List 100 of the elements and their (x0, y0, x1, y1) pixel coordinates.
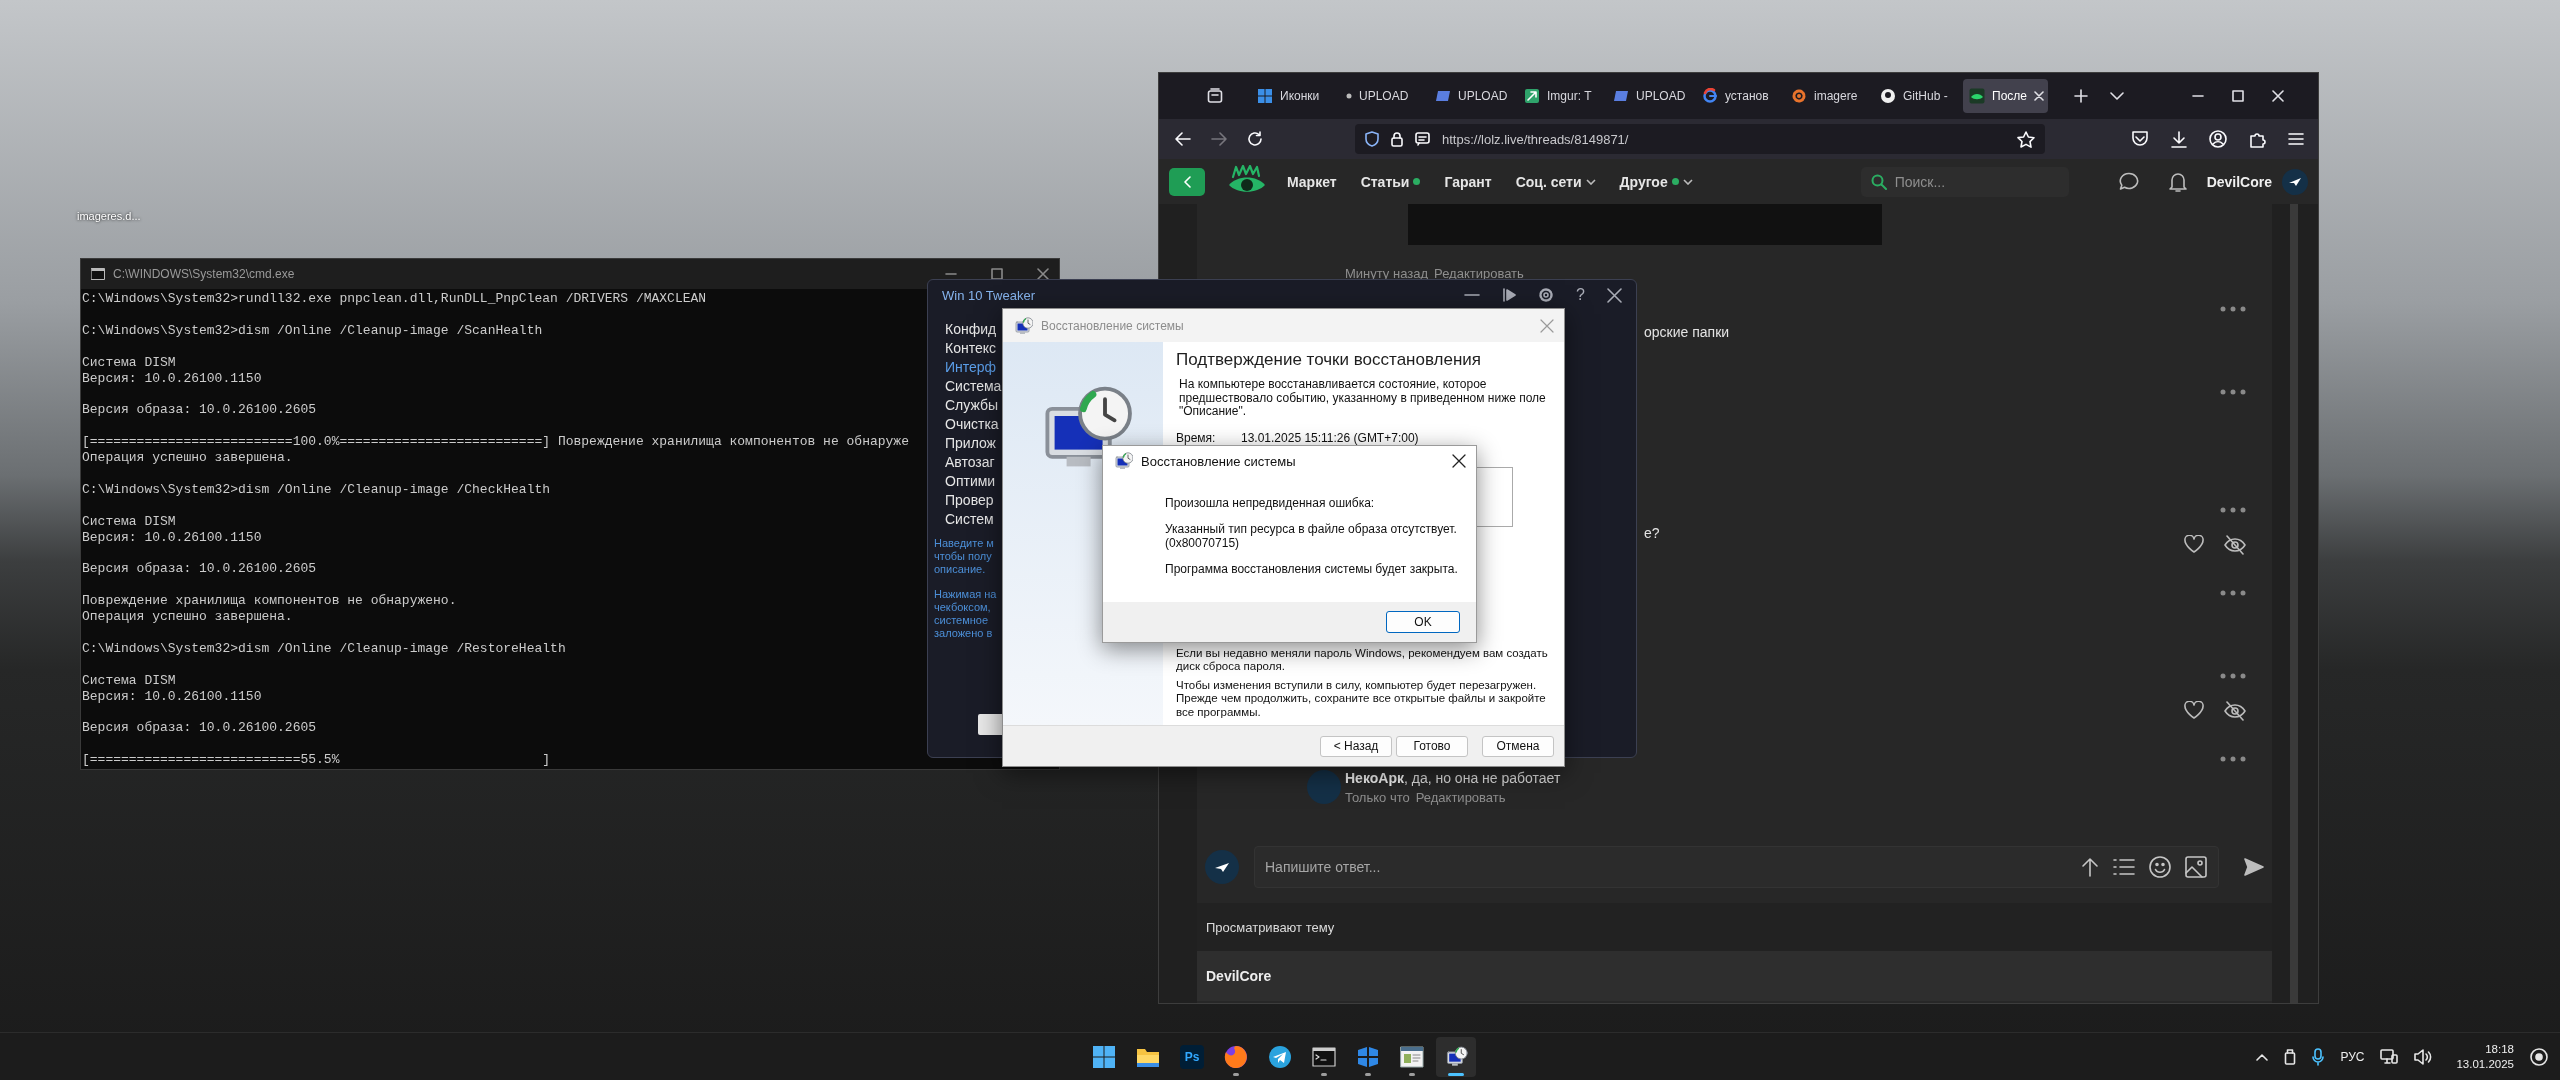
smiley-icon[interactable] (2149, 856, 2171, 878)
sidebar-item[interactable]: Прилож (945, 434, 996, 453)
sidebar-item[interactable]: Система (945, 377, 1002, 396)
account-icon[interactable] (2209, 130, 2227, 148)
volume-icon[interactable] (2414, 1049, 2433, 1065)
back-button[interactable] (1169, 167, 1205, 196)
notification-icon[interactable] (2530, 1048, 2548, 1066)
message-text: орские папки (1644, 324, 1730, 340)
avatar-icon[interactable] (2282, 168, 2308, 195)
sidebar-item[interactable]: Службы (945, 396, 999, 415)
chevron-down-icon[interactable] (1682, 178, 1693, 185)
browser-tab[interactable]: установ (1696, 79, 1781, 113)
wizard-button[interactable]: < Назад (1320, 735, 1392, 757)
avatar-icon[interactable] (1205, 850, 1239, 884)
sidebar-item[interactable]: Контекс (945, 339, 996, 358)
menu-icon[interactable] (2288, 133, 2304, 145)
hint-text: Нажимая на (934, 588, 997, 601)
browser-tab[interactable]: UPLOAD (1340, 79, 1425, 113)
hint-text: чтобы полу (934, 550, 992, 563)
close-icon[interactable] (1452, 454, 1466, 468)
image-icon[interactable] (2185, 856, 2207, 878)
star-icon[interactable] (2017, 130, 2035, 148)
browser-tab[interactable]: GitHub - (1874, 79, 1959, 113)
settings-icon[interactable] (1538, 287, 1555, 303)
browser-tab[interactable]: UPLOAD (1429, 79, 1514, 113)
field-value: 13.01.2025 15:11:26 (GMT+7:00) (1241, 430, 1419, 445)
username-link[interactable]: DevilCore (2206, 173, 2272, 190)
address-bar[interactable]: https://lolz.live/threads/8149871/ (1355, 124, 2045, 154)
nav-link[interactable]: Соц. сети (1515, 173, 1582, 190)
more-icon[interactable] (2220, 590, 2247, 596)
sidebar-item[interactable]: Оптими (945, 472, 996, 491)
reload-icon[interactable] (1247, 131, 1263, 147)
chevron-up-icon[interactable] (2256, 1053, 2269, 1061)
browser-tab[interactable]: UPLOAD (1607, 79, 1692, 113)
chevron-down-icon[interactable] (2110, 92, 2124, 100)
list-icon[interactable] (2113, 858, 2135, 876)
sidebar-item[interactable]: Автозаг (945, 453, 995, 472)
image-icon (1524, 88, 1540, 104)
clock[interactable]: 18:18 13.01.2025 (2456, 1042, 2514, 1072)
send-icon[interactable] (2244, 858, 2264, 876)
close-icon[interactable] (1607, 287, 1622, 303)
sidebar-item[interactable]: Интерф (945, 358, 997, 377)
play-bar-icon[interactable] (1502, 288, 1517, 302)
tab-list-icon[interactable] (1207, 88, 1223, 104)
browser-tab[interactable]: imagere (1785, 79, 1870, 113)
console-line: Операция успешно завершена. (82, 609, 293, 625)
post-meta-link[interactable]: Только что (1345, 790, 1410, 806)
console-line: Версия образа: 10.0.26100.2605 (82, 720, 317, 737)
nav-link[interactable]: Статьи (1360, 173, 1410, 190)
sidebar-item[interactable]: Провер (945, 491, 994, 510)
sidebar-item[interactable]: Систем (945, 510, 994, 529)
pocket-icon[interactable] (2131, 131, 2149, 147)
taskbar-app[interactable]: Ps (1172, 1037, 1212, 1077)
more-icon[interactable] (2220, 756, 2247, 762)
back-arrow-icon[interactable] (1175, 132, 1191, 146)
puzzle-icon[interactable] (2249, 130, 2266, 148)
more-icon[interactable] (2220, 306, 2247, 312)
eye-off-icon[interactable] (2224, 535, 2247, 555)
chevron-down-icon[interactable] (1585, 178, 1596, 185)
forward-arrow-icon[interactable] (1211, 132, 1227, 146)
post-meta-link[interactable]: Редактировать (1434, 266, 1524, 282)
nav-link[interactable]: Гарант (1444, 173, 1492, 190)
eye-logo-icon (1969, 88, 1985, 104)
scrollbar[interactable] (2290, 204, 2298, 1003)
field-label: Время: (1176, 430, 1217, 445)
nav-link[interactable]: Другое (1619, 173, 1668, 190)
sidebar-item[interactable]: Конфид (945, 320, 997, 339)
search-field[interactable]: Поиск... (1860, 166, 2069, 197)
heart-icon[interactable] (2184, 701, 2205, 719)
lock-icon (1391, 131, 1403, 147)
browser-tab[interactable]: Иконки (1251, 79, 1336, 113)
nav-link[interactable]: Маркет (1287, 173, 1337, 190)
more-icon[interactable] (2220, 507, 2247, 513)
console-line: C:\Windows\System32>rundll32.exe pnpclean.dll,RunDLL_PnpClean /DRIVERS /MAXCLEAN (82, 291, 707, 307)
microphone-icon[interactable] (2312, 1048, 2325, 1066)
message-text: е? (1644, 525, 1660, 541)
browser-tab[interactable]: После (1963, 79, 2048, 113)
download-icon[interactable] (2171, 130, 2187, 148)
more-icon[interactable] (2220, 673, 2247, 679)
reply-field[interactable]: Напишите ответ... (1254, 846, 2219, 888)
arrow-up-icon[interactable] (2081, 857, 2099, 877)
wizard-button[interactable]: Отмена (1482, 735, 1554, 757)
more-icon[interactable] (2220, 389, 2247, 395)
ok-button[interactable]: OK (1386, 611, 1460, 633)
network-icon[interactable] (2380, 1049, 2399, 1065)
bell-icon[interactable] (2168, 171, 2187, 192)
eye-off-icon[interactable] (2224, 701, 2247, 721)
taskbar-app[interactable] (1436, 1037, 1476, 1077)
heart-icon[interactable] (2184, 535, 2205, 553)
browser-tab[interactable]: Imgur: T (1518, 79, 1603, 113)
usb-drive-icon[interactable] (2284, 1049, 2297, 1065)
wizard-button[interactable]: Готово (1396, 735, 1468, 757)
help-button[interactable]: ? (1576, 287, 1585, 303)
language-indicator[interactable]: РУС (2340, 1050, 2365, 1064)
sidebar-item[interactable]: Очистка (945, 415, 999, 434)
plus-icon[interactable] (2074, 89, 2088, 103)
chat-bubble-icon[interactable] (2118, 171, 2139, 191)
post-meta-link[interactable]: Редактировать (1415, 790, 1506, 806)
message-text: НекоАрк, да, но она не работает (1345, 770, 1561, 786)
username-link[interactable]: DevilCore (1206, 968, 1272, 984)
